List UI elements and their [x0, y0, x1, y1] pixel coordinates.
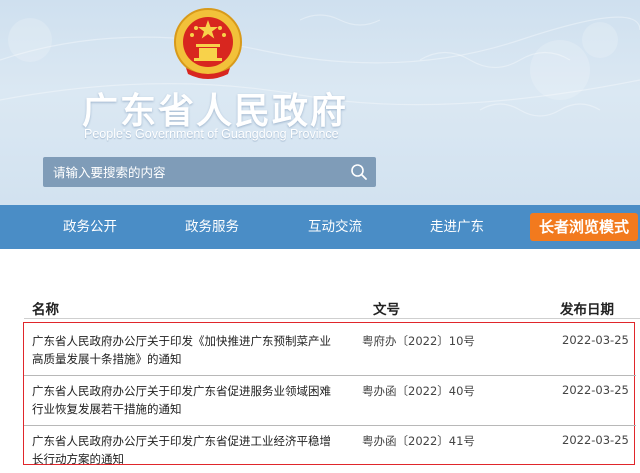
site-subtitle: People's Government of Guangdong Provinc…: [84, 127, 339, 141]
document-title-line: 高质量发展十条措施》的通知: [32, 352, 182, 366]
search-input[interactable]: [43, 157, 333, 187]
document-title-line: 广东省人民政府办公厅关于印发广东省促进服务业领域困难: [32, 384, 331, 398]
search-icon[interactable]: [350, 163, 368, 181]
document-title-line: 长行动方案的通知: [32, 452, 124, 466]
row-divider: [24, 375, 636, 376]
nav-item-about-guangdong[interactable]: 走进广东: [419, 205, 495, 249]
nav-item-gov-affairs-open[interactable]: 政务公开: [52, 205, 128, 249]
elder-mode-button[interactable]: 长者浏览模式: [530, 213, 638, 241]
document-title-line: 广东省人民政府办公厅关于印发《加快推进广东预制菜产业: [32, 334, 331, 348]
column-header-name: 名称: [32, 302, 59, 318]
publish-date: 2022-03-25: [562, 333, 629, 347]
national-emblem-icon: [174, 8, 242, 79]
nav-item-interaction[interactable]: 互动交流: [297, 205, 373, 249]
document-title-link[interactable]: 广东省人民政府办公厅关于印发广东省促进工业经济平稳增 长行动方案的通知: [32, 432, 342, 468]
document-number: 粤府办〔2022〕10号: [362, 334, 475, 348]
table-row: 广东省人民政府办公厅关于印发广东省促进工业经济平稳增 长行动方案的通知 粤办函〔…: [24, 432, 636, 468]
document-title-line: 行业恢复发展若干措施的通知: [32, 402, 182, 416]
search-box: [43, 157, 376, 187]
document-title-link[interactable]: 广东省人民政府办公厅关于印发广东省促进服务业领域困难 行业恢复发展若干措施的通知: [32, 382, 342, 418]
document-title-line: 广东省人民政府办公厅关于印发广东省促进工业经济平稳增: [32, 434, 331, 448]
document-number: 粤办函〔2022〕41号: [362, 434, 475, 448]
column-header-date: 发布日期: [560, 302, 614, 318]
document-title-link[interactable]: 广东省人民政府办公厅关于印发《加快推进广东预制菜产业 高质量发展十条措施》的通知: [32, 332, 342, 368]
publish-date: 2022-03-25: [562, 433, 629, 447]
publish-date: 2022-03-25: [562, 383, 629, 397]
document-number: 粤办函〔2022〕40号: [362, 384, 475, 398]
row-divider: [24, 425, 636, 426]
table-row: 广东省人民政府办公厅关于印发广东省促进服务业领域困难 行业恢复发展若干措施的通知…: [24, 382, 636, 422]
nav-item-gov-services[interactable]: 政务服务: [174, 205, 250, 249]
site-header: 广东省人民政府 People's Government of Guangdong…: [0, 0, 640, 205]
header-divider: [24, 318, 640, 319]
table-row: 广东省人民政府办公厅关于印发《加快推进广东预制菜产业 高质量发展十条措施》的通知…: [24, 332, 636, 372]
column-header-doc-no: 文号: [373, 302, 400, 318]
